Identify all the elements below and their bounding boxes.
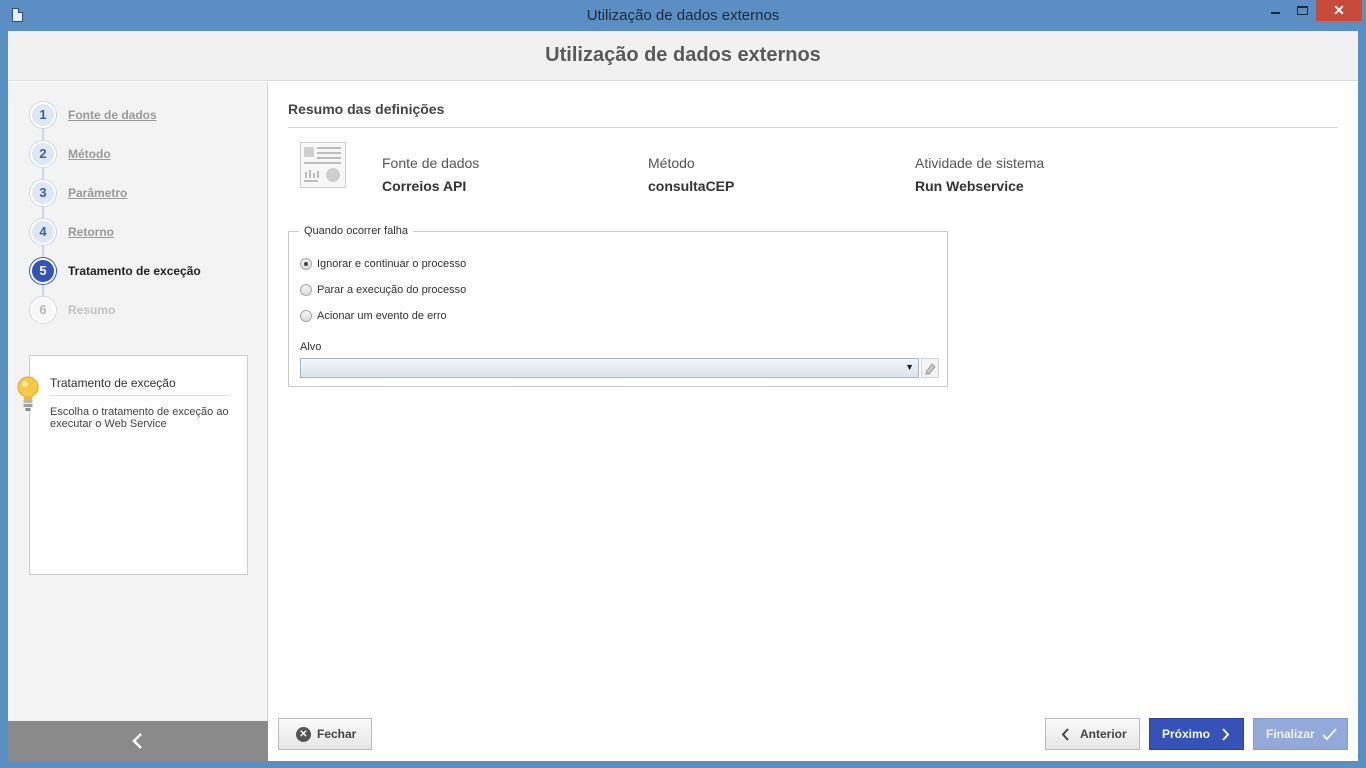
radio-indicator[interactable] (300, 310, 312, 322)
wizard-sidebar: 1 Fonte de dados 2 Método 3 Parâmetro 4 … (8, 82, 268, 761)
step-number: 2 (30, 141, 56, 167)
wizard-steps: 1 Fonte de dados 2 Método 3 Parâmetro 4 … (28, 100, 258, 334)
finish-button-label: Finalizar (1266, 727, 1315, 741)
step-tratamento-de-excecao: 5 Tratamento de exceção (28, 256, 258, 295)
target-select[interactable]: ▼ (300, 358, 919, 378)
step-fonte-de-dados[interactable]: 1 Fonte de dados (28, 100, 258, 139)
summary-value: consultaCEP (648, 178, 735, 194)
chevron-left-icon (1061, 728, 1069, 741)
step-retorno[interactable]: 4 Retorno (28, 217, 258, 256)
dropdown-arrow-icon[interactable]: ▼ (905, 362, 914, 372)
step-label[interactable]: Retorno (68, 225, 114, 239)
close-button[interactable]: ✕ Fechar (278, 718, 372, 750)
help-title: Tratamento de exceção (50, 376, 229, 396)
step-metodo[interactable]: 2 Método (28, 139, 258, 178)
summary-item-fonte-de-dados: Fonte de dados Correios API (382, 155, 479, 194)
close-button-label: Fechar (317, 727, 357, 741)
chevron-right-icon (1222, 728, 1230, 741)
section-title: Resumo das definições (288, 101, 1338, 128)
failure-handling-group: Quando ocorrer falha Ignorar e continuar… (288, 225, 948, 387)
summary-value: Correios API (382, 178, 467, 194)
summary-item-metodo: Método consultaCEP (648, 155, 734, 194)
collapse-sidebar-button[interactable] (8, 721, 268, 761)
step-label[interactable]: Fonte de dados (68, 108, 157, 122)
minimize-button[interactable] (1262, 0, 1288, 21)
maximize-icon (1297, 6, 1308, 15)
dialog-client: Utilização de dados externos 1 Fonte de … (8, 31, 1358, 761)
target-label: Alvo (300, 341, 322, 353)
step-label[interactable]: Parâmetro (68, 186, 127, 200)
chevron-left-icon (132, 733, 142, 749)
report-document-icon (300, 142, 346, 188)
next-button-label: Próximo (1162, 727, 1211, 741)
lightbulb-icon (17, 376, 39, 411)
failure-legend: Quando ocorrer falha (304, 225, 408, 237)
close-circle-icon: ✕ (296, 727, 311, 742)
minimize-icon (1271, 12, 1280, 14)
previous-button[interactable]: Anterior (1045, 718, 1140, 750)
help-text: Escolha o tratamento de exceção ao execu… (50, 406, 229, 430)
summary-key: Método (648, 155, 695, 171)
step-number: 3 (30, 180, 56, 206)
window-titlebar: Utilização de dados externos ✕ (0, 0, 1366, 31)
close-window-button[interactable]: ✕ (1316, 0, 1362, 21)
checkmark-icon (1322, 728, 1337, 741)
summary-key: Fonte de dados (382, 155, 480, 171)
radio-label[interactable]: Acionar um evento de erro (317, 310, 447, 322)
step-resumo: 6 Resumo (28, 295, 258, 334)
radio-label[interactable]: Parar a execução do processo (317, 284, 466, 296)
radio-indicator[interactable] (300, 284, 312, 296)
step-number: 4 (30, 219, 56, 245)
radio-indicator[interactable] (300, 258, 312, 270)
page-title: Utilização de dados externos (545, 44, 821, 66)
dialog-header: Utilização de dados externos (8, 31, 1358, 81)
step-label[interactable]: Método (68, 147, 111, 161)
step-parametro[interactable]: 3 Parâmetro (28, 178, 258, 217)
next-button[interactable]: Próximo (1149, 718, 1244, 750)
step-number: 1 (30, 102, 56, 128)
eraser-icon[interactable] (921, 358, 939, 378)
step-number: 5 (30, 258, 56, 284)
main-panel: Resumo das definições Fonte de dados Cor… (269, 82, 1358, 761)
summary-item-atividade-de-sistema: Atividade de sistema Run Webservice (915, 155, 1044, 194)
maximize-button[interactable] (1289, 0, 1315, 21)
previous-button-label: Anterior (1080, 727, 1127, 741)
step-number: 6 (30, 297, 56, 323)
window-title: Utilização de dados externos (586, 7, 780, 24)
radio-label[interactable]: Ignorar e continuar o processo (317, 258, 466, 270)
help-panel: Tratamento de exceção Escolha o tratamen… (17, 355, 248, 575)
summary-key: Atividade de sistema (915, 155, 1045, 171)
step-label: Tratamento de exceção (68, 264, 201, 278)
step-label: Resumo (68, 303, 116, 317)
summary-value: Run Webservice (915, 178, 1024, 194)
finish-button: Finalizar (1253, 718, 1348, 750)
